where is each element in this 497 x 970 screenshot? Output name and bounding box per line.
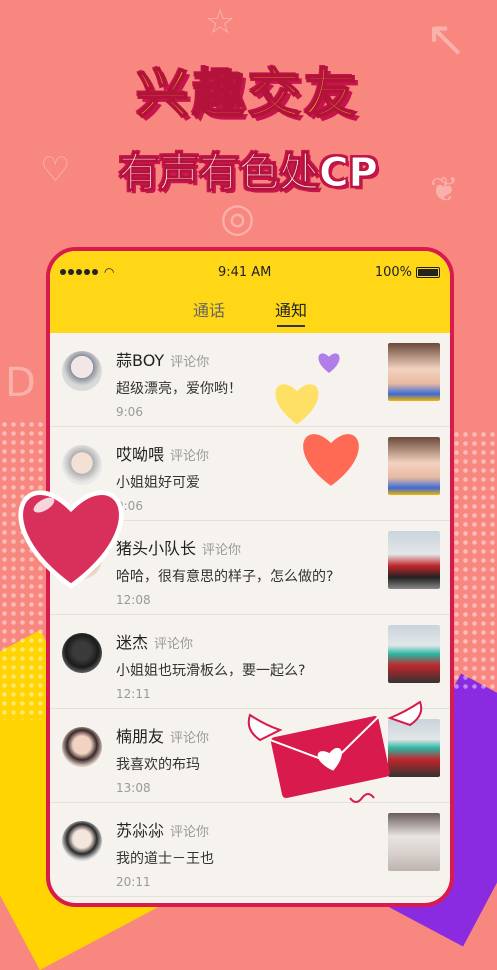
username[interactable]: 迷杰 (116, 633, 148, 652)
timestamp: 12:08 (116, 593, 151, 607)
hero-title: 兴趣交友 (135, 64, 361, 126)
username[interactable]: 苏尛尛 (116, 821, 164, 840)
notification-list: 蒜BOY 评论你 超级漂亮，爱你哟！ 9:06 哎呦喂 评论你 小姐姐好可爱 9:0… (50, 333, 450, 897)
big-red-heart-icon (18, 490, 124, 590)
action-label: 评论你 (170, 355, 210, 370)
avatar[interactable] (62, 351, 102, 391)
avatar[interactable] (62, 633, 102, 673)
yellow-heart-icon (275, 384, 319, 425)
battery-percent: 100% (374, 264, 412, 280)
action-label: 评论你 (170, 825, 210, 840)
username[interactable]: 哎呦喂 (116, 445, 164, 464)
tab-calls[interactable]: 通话 (193, 293, 225, 327)
d-doodle-icon: D (5, 360, 36, 406)
star-doodle-icon: ☆ (205, 2, 236, 42)
tab-notifications[interactable]: 通知 (275, 293, 307, 327)
tab-bar: 通话 通知 (50, 293, 450, 333)
status-bar: ◠ 9:41 AM 100% (50, 251, 450, 293)
wifi-icon: ◠ (104, 265, 115, 279)
post-thumbnail[interactable] (388, 531, 440, 589)
avatar[interactable] (62, 727, 102, 767)
status-time: 9:41 AM (217, 264, 272, 280)
post-thumbnail[interactable] (388, 813, 440, 871)
timestamp: 9:06 (116, 499, 143, 513)
post-thumbnail[interactable] (388, 625, 440, 683)
phone-header: ◠ 9:41 AM 100% 通话 通知 (50, 251, 450, 333)
timestamp: 20:11 (116, 875, 151, 889)
post-thumbnail[interactable] (388, 343, 440, 401)
action-label: 评论你 (170, 449, 210, 464)
comment-text: 小姐姐也玩滑板么，要一起么? (116, 663, 306, 679)
list-item[interactable]: 迷杰 评论你 小姐姐也玩滑板么，要一起么? 12:11 (50, 615, 450, 709)
love-letter-icon (247, 700, 423, 803)
coral-heart-icon (303, 434, 359, 486)
post-thumbnail[interactable] (388, 437, 440, 495)
signal-icon: ◠ (60, 265, 114, 279)
action-label: 评论你 (154, 637, 194, 652)
comment-text: 超级漂亮，爱你哟！ (116, 381, 242, 397)
battery-icon (416, 266, 440, 278)
timestamp: 9:06 (116, 405, 143, 419)
timestamp: 12:11 (116, 687, 151, 701)
list-item[interactable]: 蒜BOY 评论你 超级漂亮，爱你哟！ 9:06 (50, 333, 450, 427)
username[interactable]: 楠朋友 (116, 727, 164, 746)
planet-doodle-icon: ◎ (220, 195, 255, 241)
action-label: 评论你 (170, 731, 210, 746)
hero-subtitle: 有声有色处CP (119, 150, 379, 197)
username[interactable]: 蒜BOY (116, 351, 164, 370)
comment-text: 哈哈，很有意思的样子，怎么做的? (116, 569, 334, 585)
action-label: 评论你 (202, 543, 242, 558)
battery-indicator: 100% (375, 265, 440, 280)
avatar[interactable] (62, 821, 102, 861)
purple-heart-icon (318, 353, 340, 373)
comment-text: 我的道士－王也 (116, 851, 214, 867)
